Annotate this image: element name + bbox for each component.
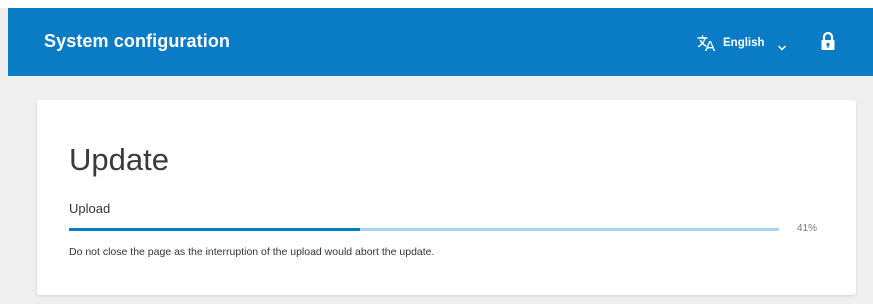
language-selector[interactable]: English [697,34,787,52]
app-title: System configuration [44,31,231,51]
language-label: English [723,37,765,49]
app-header: System configuration English [8,8,873,76]
update-card: Update Upload 41% Do not close the page … [37,100,856,295]
upload-progress-bar [69,228,779,231]
translate-icon [697,34,716,52]
top-strip [0,0,873,8]
page-title: Update [69,142,169,177]
upload-progress-fill [69,228,361,231]
chevron-down-icon [777,39,787,51]
upload-warning-text: Do not close the page as the interruptio… [69,246,435,258]
upload-step-label: Upload [69,201,111,216]
upload-progress-percent: 41% [797,223,818,234]
lock-icon[interactable] [820,31,836,51]
